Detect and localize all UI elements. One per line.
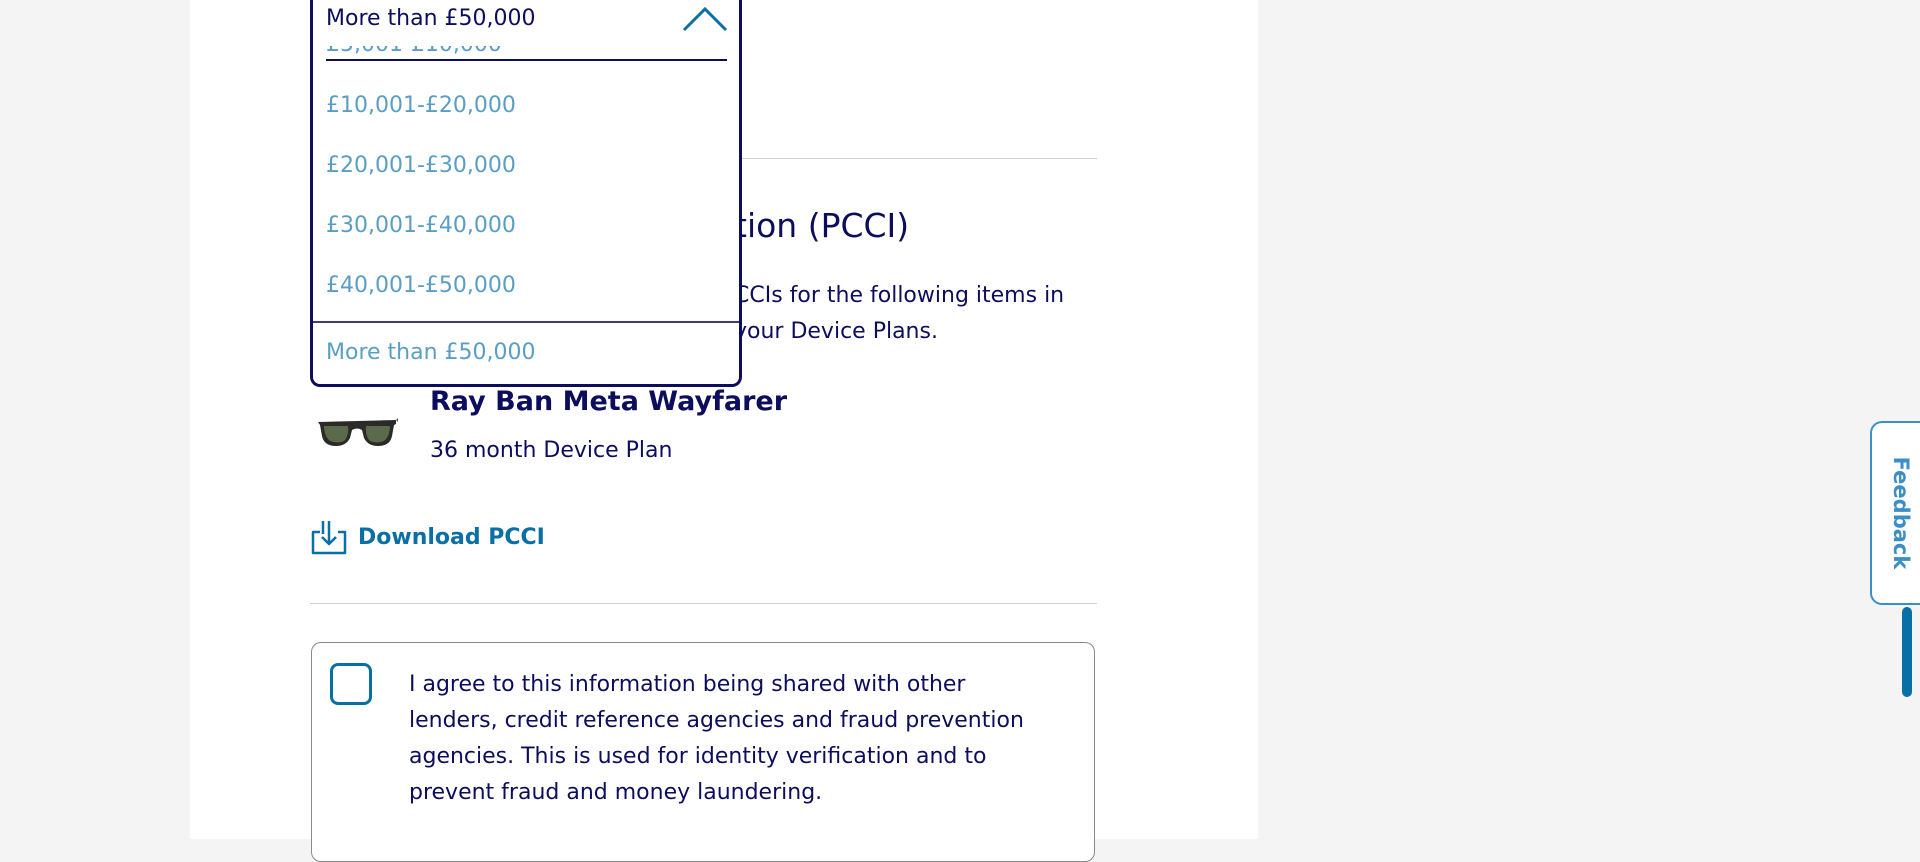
dropdown-partial-option: £5,001-£10,000: [326, 46, 526, 58]
dropdown-selected-value: More than £50,000: [326, 6, 536, 31]
download-pcci-label: Download PCCI: [358, 524, 545, 550]
consent-text: I agree to this information being shared…: [409, 672, 1024, 805]
dropdown-option[interactable]: £10,001-£20,000: [313, 75, 739, 135]
chevron-up-icon[interactable]: [681, 4, 729, 34]
pcci-description-line1: CCIs for the following items in: [734, 283, 1065, 308]
dropdown-option-selected[interactable]: More than £50,000: [313, 321, 739, 381]
dropdown-option[interactable]: £20,001-£30,000: [313, 135, 739, 195]
income-dropdown[interactable]: More than £50,000 £5,001-£10,000 £10,001…: [310, 0, 742, 387]
dropdown-divider: [326, 59, 727, 61]
dropdown-option[interactable]: £30,001-£40,000: [313, 195, 739, 255]
product-plan: 36 month Device Plan: [430, 438, 673, 463]
product-name: Ray Ban Meta Wayfarer: [430, 386, 788, 417]
consent-checkbox[interactable]: [330, 663, 372, 705]
feedback-tab[interactable]: Feedback: [1870, 421, 1920, 605]
download-icon: [311, 521, 347, 555]
sunglasses-product-image: [318, 418, 398, 446]
feedback-label: Feedback: [1889, 456, 1913, 570]
pcci-description-line2: your Device Plans.: [734, 319, 938, 344]
dropdown-option[interactable]: £40,001-£50,000: [313, 255, 739, 315]
pcci-heading: tion (PCCI): [734, 206, 910, 245]
section-divider-bottom: [310, 603, 1097, 604]
scrollbar-thumb[interactable]: [1902, 607, 1912, 697]
consent-box: I agree to this information being shared…: [311, 642, 1095, 862]
download-pcci-link[interactable]: Download PCCI: [310, 518, 545, 556]
